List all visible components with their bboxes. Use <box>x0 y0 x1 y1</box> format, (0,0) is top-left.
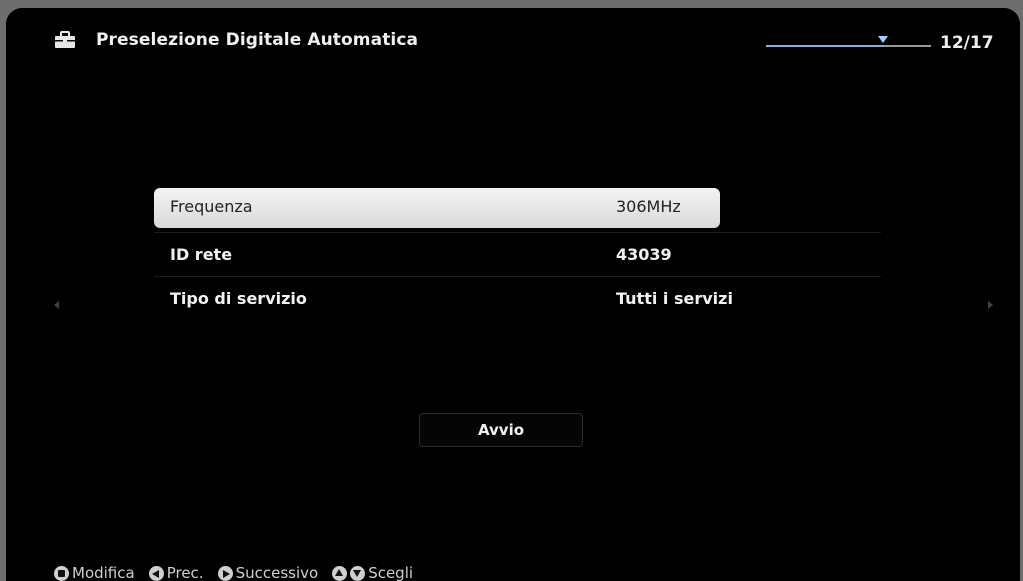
briefcase-icon <box>55 31 75 48</box>
hint-label: Scegli <box>368 564 414 581</box>
page-title: Preselezione Digitale Automatica <box>96 30 419 50</box>
hint-prec[interactable]: Prec. <box>148 564 204 581</box>
hint-scegli[interactable]: Scegli <box>332 564 413 581</box>
start-button[interactable]: Avvio <box>419 413 583 447</box>
hint-modifica[interactable]: Modifica <box>54 564 135 581</box>
setting-label: ID rete <box>170 245 233 264</box>
down-button-icon <box>350 565 366 581</box>
left-button-icon <box>148 565 164 581</box>
menu-screen: Preselezione Digitale Automatica 12/17 F… <box>6 8 1020 581</box>
progress-remaining <box>883 45 931 47</box>
hint-label: Prec. <box>166 564 204 581</box>
right-button-icon <box>217 565 233 581</box>
cross-pad-icon <box>54 565 69 581</box>
setting-row-frequenza[interactable]: Frequenza 306MHz <box>154 188 720 228</box>
up-button-icon <box>332 565 348 581</box>
hint-label: Modifica <box>72 564 135 581</box>
footer-hints: Modifica Prec. Successivo Scegli <box>54 562 413 581</box>
setting-row-tipo-di-servizio[interactable]: Tipo di servizio Tutti i servizi <box>154 280 881 320</box>
row-divider <box>154 232 881 233</box>
hint-label: Successivo <box>235 564 319 581</box>
setting-value: 306MHz <box>616 197 681 216</box>
setting-value: Tutti i servizi <box>616 289 733 308</box>
setting-label: Frequenza <box>170 197 253 216</box>
header: Preselezione Digitale Automatica 12/17 <box>6 8 1020 78</box>
hint-successivo[interactable]: Successivo <box>217 564 319 581</box>
step-progress-bar <box>766 36 931 47</box>
scroll-right-arrow-icon[interactable] <box>988 301 993 309</box>
progress-fill <box>766 45 883 47</box>
row-divider <box>154 276 881 277</box>
progress-marker-icon <box>878 36 888 43</box>
setting-row-id-rete[interactable]: ID rete 43039 <box>154 236 881 276</box>
page-counter: 12/17 <box>940 33 994 53</box>
scroll-left-arrow-icon[interactable] <box>54 301 59 309</box>
setting-label: Tipo di servizio <box>170 289 307 308</box>
setting-value: 43039 <box>616 245 672 264</box>
